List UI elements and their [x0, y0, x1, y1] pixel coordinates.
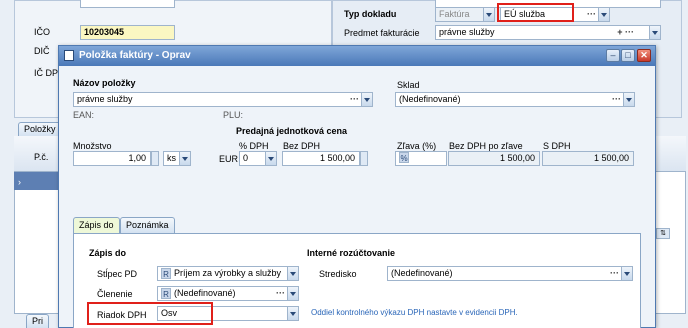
maximize-icon[interactable]: □	[621, 49, 635, 62]
dropdown-icon[interactable]	[287, 267, 298, 280]
clenenie-field[interactable]: R (Nedefinované) ···	[157, 286, 299, 301]
sklad-field[interactable]: (Nedefinované) ···	[395, 92, 635, 107]
col-pc-header: P.č.	[34, 152, 49, 162]
zlava-field[interactable]: %	[395, 151, 447, 166]
bez-dph-po-zlave-field: 1 500,00	[448, 151, 540, 166]
highlight-typ-dokladu	[497, 3, 574, 22]
nazov-field[interactable]: právne služby ···	[73, 92, 373, 107]
ellipsis-icon[interactable]: + ···	[617, 26, 634, 39]
close-icon[interactable]: ✕	[637, 49, 651, 62]
unit-select[interactable]: ks	[163, 151, 191, 166]
row-indicator-icon: ›	[18, 177, 21, 187]
sklad-value: (Nedefinované)	[399, 94, 461, 104]
clenenie-value: (Nedefinované)	[174, 288, 236, 298]
predmet-field[interactable]: právne služby + ···	[435, 25, 661, 40]
mnozstvo-spinner-icon[interactable]	[151, 151, 159, 166]
ico-label: IČO	[34, 27, 51, 37]
dropdown-icon[interactable]	[623, 93, 634, 106]
stredisko-field[interactable]: (Nedefinované) ···	[387, 266, 633, 281]
stredisko-label: Stredisko	[319, 269, 357, 279]
stredisko-value: (Nedefinované)	[391, 268, 453, 278]
dropdown-icon[interactable]	[483, 8, 494, 21]
ellipsis-icon[interactable]: ···	[612, 93, 621, 106]
cena-header: Predajná jednotková cena	[236, 126, 348, 136]
interne-header: Interné rozúčtovanie	[307, 248, 396, 258]
nazov-label: Názov položky	[73, 78, 136, 88]
predmet-value: právne služby	[439, 27, 495, 37]
bez-dph-label: Bez DPH	[283, 141, 321, 151]
bottom-tab-label: Pri	[32, 316, 43, 326]
dph-hint: Oddiel kontrolného výkazu DPH nastavte v…	[311, 308, 518, 317]
typ-dokladu-label: Typ dokladu	[344, 9, 397, 19]
clenenie-label: Členenie	[97, 289, 133, 299]
bez-dph-field[interactable]: 1 500,00	[282, 151, 360, 166]
typ-dokladu-value-1: Faktúra	[439, 9, 470, 19]
scroll-button[interactable]: ⇅	[656, 228, 670, 239]
bez-dph-spinner-icon[interactable]	[360, 151, 368, 166]
stlpec-value: Príjem za výrobky a služby	[174, 268, 282, 278]
dialog-window: Položka faktúry - Oprav – □ ✕ Názov polo…	[58, 45, 656, 328]
ellipsis-icon[interactable]: ···	[610, 267, 619, 280]
tab-polozky-label: Položky	[24, 124, 56, 134]
predmet-label: Predmet fakturácie	[344, 28, 420, 38]
currency-label: EUR	[219, 154, 239, 164]
nazov-value: právne služby	[77, 94, 133, 104]
dph-value: 0	[243, 153, 249, 163]
dialog-titlebar[interactable]: Položka faktúry - Oprav – □ ✕	[59, 46, 655, 66]
tab-zapis-do[interactable]: Zápis do	[73, 217, 120, 233]
bottom-tab[interactable]: Pri	[26, 314, 49, 328]
dic-label: DIČ	[34, 46, 50, 56]
tab-polozky[interactable]: Položky	[18, 122, 62, 136]
bez-dph-po-zlave-label: Bez DPH po zľave	[449, 141, 523, 151]
s-dph-field: 1 500,00	[542, 151, 634, 166]
ellipsis-icon[interactable]: ···	[276, 287, 285, 300]
app-icon	[64, 50, 74, 61]
selected-row[interactable]	[14, 172, 64, 190]
tab-poznamka[interactable]: Poznámka	[120, 217, 175, 233]
typ-dokladu-select-1[interactable]: Faktúra	[435, 7, 495, 22]
mnozstvo-label: Množstvo	[73, 141, 112, 151]
dropdown-icon[interactable]	[598, 8, 609, 21]
s-dph-label: S DPH	[543, 141, 571, 151]
dropdown-icon[interactable]	[179, 152, 190, 165]
mnozstvo-field[interactable]: 1,00	[73, 151, 151, 166]
ellipsis-icon[interactable]: ···	[350, 93, 359, 106]
zapis-header: Zápis do	[89, 248, 127, 258]
dropdown-icon[interactable]	[287, 307, 298, 320]
dropdown-icon[interactable]	[361, 93, 372, 106]
dph-label: % DPH	[239, 141, 269, 151]
zlava-percent-icon: %	[399, 152, 409, 163]
stlpec-label: Stĺpec PD	[97, 269, 138, 279]
tab-zapis-do-label: Zápis do	[79, 220, 114, 230]
tab-poznamka-label: Poznámka	[126, 220, 169, 230]
clenenie-tag: R	[161, 288, 171, 299]
bg-top-field-left[interactable]	[80, 0, 175, 8]
dropdown-icon[interactable]	[287, 287, 298, 300]
dropdown-icon[interactable]	[265, 152, 276, 165]
highlight-riadok-dph	[87, 302, 213, 325]
minimize-icon[interactable]: –	[606, 49, 620, 62]
ean-label: EAN:	[73, 110, 95, 120]
sklad-label: Sklad	[397, 80, 420, 90]
plu-label: PLU:	[223, 110, 244, 120]
stlpec-field[interactable]: R Príjem za výrobky a služby	[157, 266, 299, 281]
ico-field[interactable]: 10203045	[80, 25, 175, 40]
ellipsis-icon[interactable]: ···	[587, 8, 596, 21]
stlpec-tag: R	[161, 268, 171, 279]
dropdown-icon[interactable]	[621, 267, 632, 280]
zlava-label: Zľava (%)	[397, 141, 437, 151]
unit-value: ks	[167, 153, 176, 163]
dropdown-icon[interactable]	[649, 26, 660, 39]
dph-select[interactable]: 0	[239, 151, 277, 166]
dialog-title: Položka faktúry - Oprav	[79, 50, 191, 61]
